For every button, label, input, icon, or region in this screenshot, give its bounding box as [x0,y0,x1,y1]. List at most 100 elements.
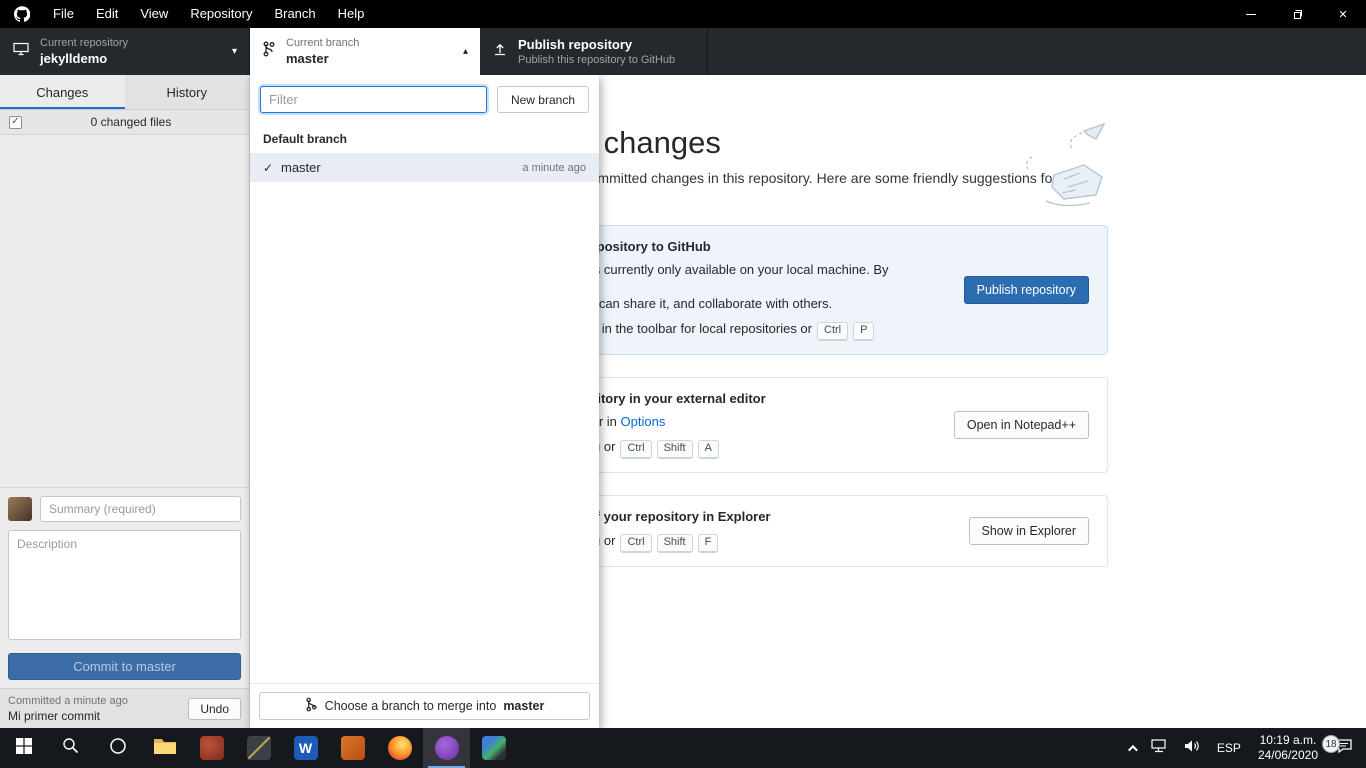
merge-branch-button[interactable]: Choose a branch to merge into master [259,692,590,720]
github-desktop-button[interactable] [423,728,470,768]
sidebar-tabs: Changes History [0,75,249,110]
changed-files-count: 0 changed files [22,115,240,129]
commit-description-textarea[interactable] [8,530,241,640]
merge-branch-icon [305,697,318,715]
chevron-up-icon: ▴ [463,46,468,57]
app-4-icon [482,736,506,760]
windows-taskbar: W ESP 10:19 a.m. 24/06/2020 [0,728,1366,768]
key-ctrl: Ctrl [620,440,651,459]
menu-help[interactable]: Help [327,0,376,28]
new-branch-button[interactable]: New branch [497,86,589,113]
branch-item-time: a minute ago [522,162,586,174]
network-tray-button[interactable] [1144,728,1175,768]
publish-repository-toolbar-button[interactable]: Publish repository Publish this reposito… [480,28,708,75]
options-link[interactable]: Options [621,414,666,429]
commit-message-text: Mi primer commit [8,709,188,723]
tray-date: 24/06/2020 [1258,748,1318,763]
branch-icon [262,41,276,62]
check-icon: ✓ [263,161,281,175]
branch-label: Current branch [286,37,455,49]
menu-file[interactable]: File [42,0,85,28]
system-tray: ESP 10:19 a.m. 24/06/2020 18 [1121,728,1366,768]
repository-label: Current repository [40,37,224,49]
taskbar-app-1-button[interactable] [188,728,235,768]
file-explorer-icon [153,736,177,761]
branch-filter-input[interactable] [260,86,487,113]
chevron-up-icon [1128,744,1138,754]
file-explorer-button[interactable] [141,728,188,768]
key-shift: Shift [657,440,693,459]
branch-list-item-master[interactable]: ✓ master a minute ago [250,153,599,182]
publish-repository-button[interactable]: Publish repository [964,276,1089,304]
show-in-explorer-button[interactable]: Show in Explorer [969,517,1090,545]
word-button[interactable]: W [282,728,329,768]
default-branch-header: Default branch [250,123,599,153]
notification-count-badge: 18 [1322,735,1340,753]
commit-summary-input[interactable] [40,496,241,522]
volume-tray-button[interactable] [1177,728,1208,768]
word-icon: W [294,736,318,760]
tab-changes[interactable]: Changes [0,75,125,109]
taskbar-search-button[interactable] [47,728,94,768]
chevron-down-icon: ▾ [232,46,237,57]
branch-popover: New branch Default branch ✓ master a min… [250,75,599,728]
language-indicator[interactable]: ESP [1210,728,1248,768]
commit-to-master-button[interactable]: Commit to master [8,653,241,680]
network-icon [1151,739,1168,758]
no-changes-illustration [1016,117,1112,218]
select-all-checkbox[interactable]: ✓ [9,116,22,129]
sidebar: Changes History ✓ 0 changed files Commit… [0,75,250,728]
branch-name: master [286,51,455,66]
maximize-icon[interactable] [1274,0,1320,28]
key-a: A [698,440,719,459]
taskbar-app-3-button[interactable] [329,728,376,768]
firefox-icon [388,736,412,760]
commit-status-text: Committed a minute ago [8,695,188,707]
hidden-icons-button[interactable] [1121,728,1142,768]
minimize-icon[interactable] [1228,0,1274,28]
app-3-icon [341,736,365,760]
cortana-icon [109,737,127,760]
key-ctrl: Ctrl [620,534,651,553]
clock[interactable]: 10:19 a.m. 24/06/2020 [1250,728,1326,768]
search-icon [62,737,79,759]
key-p: P [853,322,874,341]
action-center-button[interactable]: 18 [1328,728,1360,768]
merge-button-text: Choose a branch to merge into [325,699,497,713]
github-logo-icon [12,4,32,24]
open-in-editor-button[interactable]: Open in Notepad++ [954,411,1089,439]
publish-subtitle: Publish this repository to GitHub [518,54,695,66]
cortana-button[interactable] [94,728,141,768]
branch-item-name: master [281,160,321,175]
titlebar: File Edit View Repository Branch Help ✕ [0,0,1366,28]
undo-button[interactable]: Undo [188,698,241,720]
current-repository-button[interactable]: Current repository jekylldemo ▾ [0,28,250,75]
key-ctrl: Ctrl [817,322,848,341]
current-branch-button[interactable]: Current branch master ▴ [250,28,480,75]
merge-target-branch: master [503,699,544,713]
last-commit-bar: Committed a minute ago Mi primer commit … [0,688,249,728]
commit-form: Commit to master [0,487,249,688]
monitor-icon [12,41,30,62]
taskbar-app-4-button[interactable] [470,728,517,768]
menu-repository[interactable]: Repository [179,0,263,28]
volume-icon [1184,739,1201,758]
menu-view[interactable]: View [129,0,179,28]
branch-list-empty-area [250,182,599,683]
app-2-icon [247,736,271,760]
close-icon[interactable]: ✕ [1320,0,1366,28]
menu-edit[interactable]: Edit [85,0,129,28]
windows-start-icon [16,738,32,759]
github-desktop-icon [435,736,459,760]
taskbar-app-2-button[interactable] [235,728,282,768]
key-shift: Shift [657,534,693,553]
repository-name: jekylldemo [40,51,224,66]
publish-title: Publish repository [518,37,695,52]
menu-branch[interactable]: Branch [263,0,326,28]
firefox-button[interactable] [376,728,423,768]
app-1-icon [200,736,224,760]
start-button[interactable] [0,728,47,768]
changed-files-row: ✓ 0 changed files [0,110,249,135]
tab-history[interactable]: History [125,75,250,109]
window-controls: ✕ [1228,0,1366,28]
